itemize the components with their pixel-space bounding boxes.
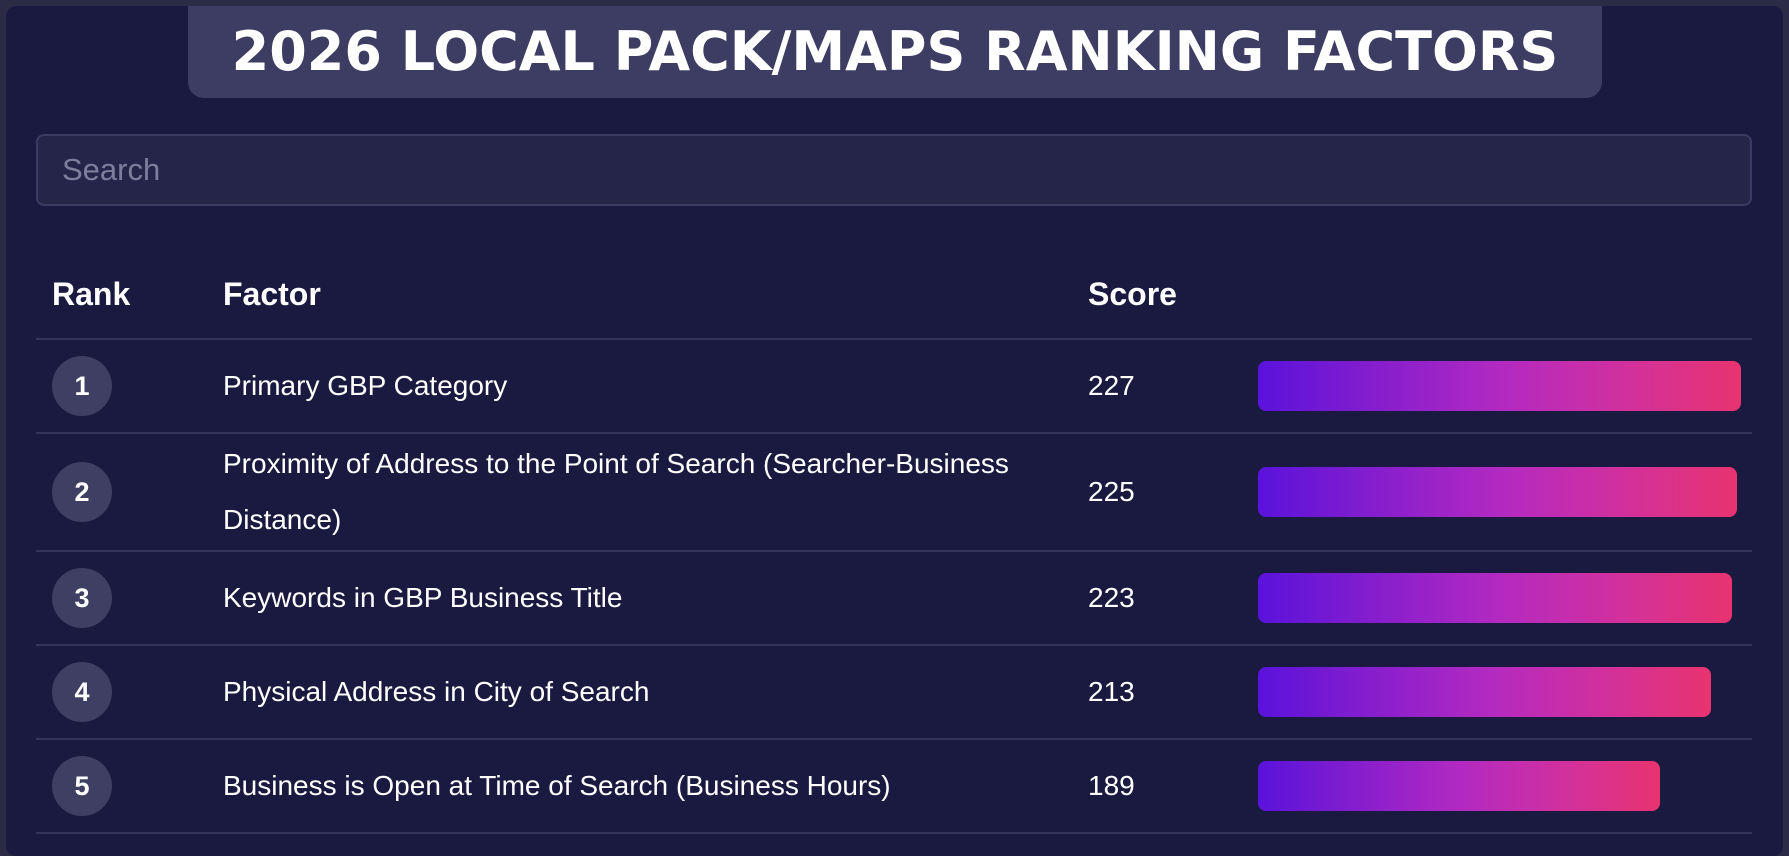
rank-badge: 2	[52, 462, 112, 522]
column-header-score[interactable]: Score	[1088, 276, 1177, 313]
search-input[interactable]	[36, 134, 1752, 206]
table-header: Rank Factor Score	[36, 250, 1752, 340]
factor-name: Business is Open at Time of Search (Busi…	[223, 770, 891, 801]
table-row: 3 Keywords in GBP Business Title 223	[36, 552, 1752, 646]
column-header-factor[interactable]: Factor	[223, 276, 321, 313]
page-title: 2026 LOCAL PACK/MAPS RANKING FACTORS	[231, 19, 1559, 83]
factor-name: Primary GBP Category	[223, 370, 508, 401]
column-header-rank[interactable]: Rank	[52, 276, 130, 313]
title-banner: 2026 LOCAL PACK/MAPS RANKING FACTORS	[188, 6, 1602, 98]
factor-name: Keywords in GBP Business Title	[223, 582, 623, 613]
rank-badge: 4	[52, 662, 112, 722]
score-bar	[1258, 467, 1737, 517]
score-bar-track	[1258, 667, 1741, 717]
ranking-panel: 2026 LOCAL PACK/MAPS RANKING FACTORS Ran…	[6, 6, 1783, 856]
rank-badge: 1	[52, 356, 112, 416]
score-value: 223	[1088, 582, 1135, 613]
table-row: 1 Primary GBP Category 227	[36, 340, 1752, 434]
ranking-table: Rank Factor Score 1 Primary GBP Category…	[36, 250, 1752, 834]
rank-badge: 3	[52, 568, 112, 628]
score-bar	[1258, 761, 1661, 811]
score-value: 189	[1088, 770, 1135, 801]
rank-badge: 5	[52, 756, 112, 816]
factor-name: Proximity of Address to the Point of Sea…	[223, 448, 1009, 535]
score-bar	[1258, 361, 1741, 411]
score-bar-track	[1258, 761, 1741, 811]
score-bar-track	[1258, 361, 1741, 411]
score-bar	[1258, 573, 1733, 623]
score-bar-track	[1258, 573, 1741, 623]
score-value: 225	[1088, 476, 1135, 507]
score-bar-track	[1258, 467, 1741, 517]
table-row: 5 Business is Open at Time of Search (Bu…	[36, 740, 1752, 834]
score-value: 213	[1088, 676, 1135, 707]
table-row: 4 Physical Address in City of Search 213	[36, 646, 1752, 740]
score-bar	[1258, 667, 1712, 717]
table-row: 2 Proximity of Address to the Point of S…	[36, 434, 1752, 552]
score-value: 227	[1088, 370, 1135, 401]
factor-name: Physical Address in City of Search	[223, 676, 650, 707]
